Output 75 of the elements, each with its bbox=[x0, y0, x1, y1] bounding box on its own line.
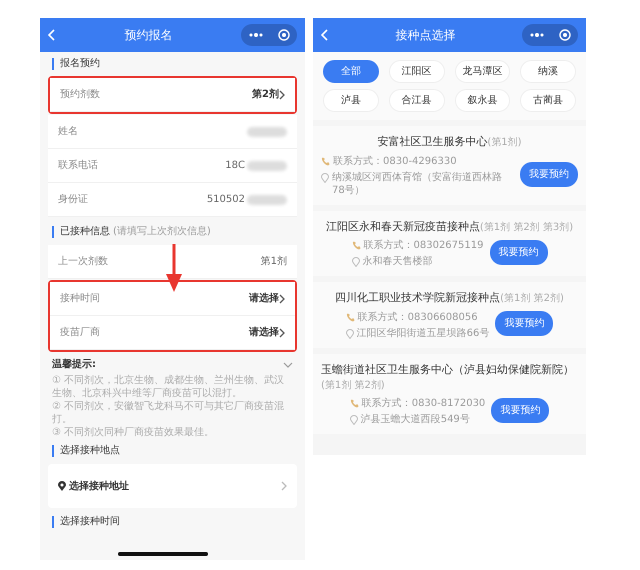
book-button[interactable]: 我要预约 bbox=[491, 398, 550, 422]
section-heading: 已接种信息 bbox=[52, 226, 110, 238]
field-label: 疫苗厂商 bbox=[60, 326, 101, 340]
dose-tag: (第1剂 第2剂 第3剂) bbox=[480, 222, 574, 232]
close-icon[interactable] bbox=[278, 29, 290, 41]
field-label: 接种时间 bbox=[60, 292, 101, 306]
book-button[interactable]: 我要预约 bbox=[495, 311, 554, 336]
site-address: 江阳区华阳街道五星坝路66号 bbox=[356, 326, 490, 340]
field-value: 请选择 bbox=[249, 292, 279, 306]
tip-text: ③ 不同剂次同种厂商疫苗效果最佳。 bbox=[51, 426, 216, 439]
filter-chip[interactable]: 古蔺县 bbox=[520, 89, 576, 112]
form-row[interactable]: 预约剂数 第2剂 bbox=[50, 78, 295, 112]
pin-icon bbox=[321, 172, 329, 182]
contact-phone: 联系方式：08306608056 bbox=[358, 310, 478, 324]
back-button[interactable] bbox=[321, 29, 329, 41]
phone-icon bbox=[321, 156, 330, 166]
pin-icon bbox=[346, 328, 354, 338]
field-label: 姓名 bbox=[58, 125, 79, 139]
contact-phone: 联系方式：0830-4296330 bbox=[333, 154, 457, 168]
field-value: 第1剂 bbox=[260, 254, 287, 269]
site-address: 纳溪城区河西体育馆（安富街道西林路78号） bbox=[332, 170, 503, 196]
site-name: 江阳区永和春天新冠疫苗接种点 bbox=[326, 218, 480, 234]
page-title: 接种点选择 bbox=[394, 27, 456, 44]
field-value: 请选择 bbox=[249, 326, 279, 340]
chevron-down-icon[interactable] bbox=[283, 362, 293, 368]
filter-chip[interactable]: 合江县 bbox=[388, 89, 444, 112]
section-heading: 选择接种地点 bbox=[52, 445, 120, 457]
back-icon bbox=[321, 29, 329, 41]
more-icon[interactable] bbox=[530, 33, 544, 37]
site-name: 安富社区卫生服务中心 bbox=[377, 134, 488, 150]
phone-icon bbox=[352, 241, 360, 250]
dose-tag: (第1剂 第2剂) bbox=[321, 380, 385, 391]
site-address: 永和春天售楼部 bbox=[362, 255, 432, 268]
field-value: 18C bbox=[225, 159, 245, 173]
tip-text: ② 不同剂次，安徽智飞龙科马不可与其它厂商疫苗混打。 bbox=[51, 400, 286, 426]
filter-chip[interactable]: 纳溪 bbox=[520, 60, 576, 83]
pin-icon bbox=[58, 481, 66, 491]
filter-chip[interactable]: 江阳区 bbox=[388, 60, 444, 83]
field-value: 510502 bbox=[206, 193, 245, 207]
phone-icon bbox=[350, 399, 359, 408]
filter-chip[interactable]: 龙马潭区 bbox=[454, 60, 510, 83]
chevron-icon bbox=[281, 481, 287, 491]
field-label: 身份证 bbox=[58, 193, 89, 207]
section-heading: 报名预约 bbox=[52, 58, 100, 70]
contact-phone: 联系方式：08302675119 bbox=[364, 239, 484, 252]
page-title: 预约报名 bbox=[124, 27, 174, 44]
phone-icon bbox=[346, 312, 355, 322]
back-button[interactable] bbox=[48, 29, 56, 41]
field-label: 上一次剂数 bbox=[58, 254, 109, 269]
site-name: 四川化工职业技术学院新冠接种点 bbox=[335, 290, 500, 306]
book-button[interactable]: 我要预约 bbox=[490, 240, 548, 264]
more-icon[interactable] bbox=[248, 33, 262, 37]
filter-chip[interactable]: 全部 bbox=[323, 60, 379, 83]
back-icon bbox=[48, 29, 56, 41]
filter-chip[interactable]: 叙永县 bbox=[454, 89, 510, 112]
site-address: 泸县玉蟾大道西段549号 bbox=[360, 413, 470, 426]
form-row[interactable]: 接种时间 请选择 bbox=[50, 282, 295, 316]
field-label: 预约剂数 bbox=[60, 88, 101, 102]
close-icon[interactable] bbox=[558, 29, 570, 41]
dose-tag: (第1剂) bbox=[487, 137, 522, 148]
section-heading: 选择接种时间 bbox=[52, 516, 120, 528]
pin-icon bbox=[352, 257, 360, 267]
form-row[interactable]: 疫苗厂商 请选择 bbox=[50, 316, 295, 350]
field-label: 联系电话 bbox=[58, 158, 99, 173]
section-note: (请填写上次剂次信息) bbox=[113, 224, 211, 239]
tip-text: ① 不同剂次，北京生物、成都生物、兰州生物、武汉生物、北京科兴中维等厂商疫苗可以混打。 bbox=[51, 374, 286, 400]
dose-tag: (第1剂 第2剂) bbox=[500, 293, 564, 304]
field-value: 第2剂 bbox=[252, 88, 279, 102]
book-button[interactable]: 我要预约 bbox=[520, 162, 578, 186]
filter-chip[interactable]: 泸县 bbox=[323, 89, 379, 112]
tips-heading: 温馨提示: bbox=[52, 358, 96, 372]
location-picker[interactable]: 选择接种地址 bbox=[48, 464, 297, 508]
pin-icon bbox=[350, 415, 358, 425]
site-name: 玉蟾街道社区卫生服务中心（泸县妇幼保健院新院） bbox=[321, 362, 574, 378]
contact-phone: 联系方式：0830-8172030 bbox=[362, 397, 486, 410]
